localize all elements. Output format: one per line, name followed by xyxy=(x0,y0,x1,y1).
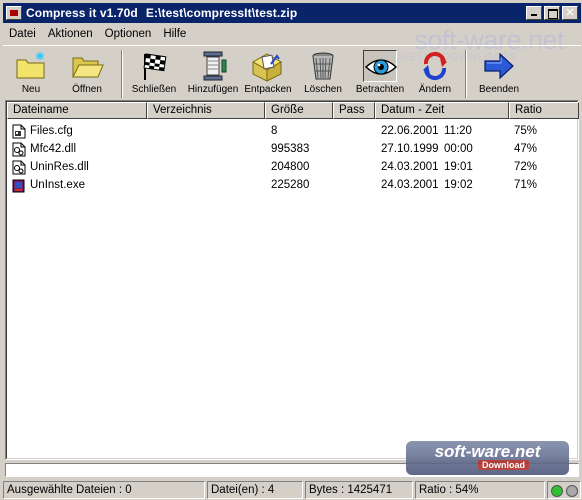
app-icon[interactable] xyxy=(6,6,22,20)
status-selected-files: Ausgewählte Dateien : 0 xyxy=(3,481,205,499)
new-folder-icon xyxy=(14,50,48,82)
toolbar-extract-button[interactable]: Entpacken xyxy=(243,50,293,100)
exe-file-icon xyxy=(12,178,26,193)
open-folder-icon xyxy=(70,50,104,82)
toolbar-exit-button[interactable]: Beenden xyxy=(475,50,523,100)
toolbar-label: Schließen xyxy=(131,84,177,95)
column-header-size[interactable]: Größe xyxy=(265,102,333,119)
menu-optionen[interactable]: Optionen xyxy=(99,28,158,40)
toolbar-add-button[interactable]: Hinzufügen xyxy=(185,50,241,100)
dll-file-icon xyxy=(12,160,26,175)
file-time: 00:00 xyxy=(444,143,473,155)
toolbar-close-archive-button[interactable]: Schließen xyxy=(129,50,179,100)
column-header-pass[interactable]: Pass xyxy=(333,102,375,119)
column-header-directory[interactable]: Verzeichnis xyxy=(147,102,265,119)
file-size: 225280 xyxy=(271,179,310,191)
menu-bar: Datei Aktionen Optionen Hilfe xyxy=(3,24,192,44)
file-name: Files.cfg xyxy=(30,125,73,137)
column-header-date-time[interactable]: Datum - Zeit xyxy=(375,102,509,119)
file-date: 27.10.1999 xyxy=(381,143,439,155)
window-path: E:\test\compressIt\test.zip xyxy=(145,6,298,20)
watermark-badge-sub: Download xyxy=(478,460,529,470)
file-time: 19:02 xyxy=(444,179,473,191)
status-bytes: Bytes : 1425471 xyxy=(305,481,413,499)
column-header-ratio[interactable]: Ratio xyxy=(509,102,579,119)
file-ratio: 47% xyxy=(514,143,538,155)
menu-hilfe[interactable]: Hilfe xyxy=(157,28,192,40)
eye-icon xyxy=(363,50,398,82)
title-bar[interactable]: Compress it v1.70d E:\test\compressIt\te… xyxy=(3,3,581,23)
status-file-count: Datei(en) : 4 xyxy=(207,481,303,499)
toolbar-modify-button[interactable]: Ändern xyxy=(413,50,457,100)
toolbar-view-button[interactable]: Betrachten xyxy=(353,50,407,100)
menu-datei[interactable]: Datei xyxy=(3,28,42,40)
file-list[interactable]: Dateiname Verzeichnis Größe Pass Datum -… xyxy=(5,100,579,460)
watermark-badge: soft-ware.net Download xyxy=(406,441,569,475)
maximize-button[interactable] xyxy=(544,6,560,20)
refresh-icon xyxy=(418,50,452,82)
file-name: UninRes.dll xyxy=(30,161,89,173)
watermark-badge-text: soft-ware.net xyxy=(434,442,541,461)
file-ratio: 72% xyxy=(514,161,538,173)
toolbar: Neu Öffnen Schließen Hinzufügen Entpacke… xyxy=(3,45,581,100)
file-name: UnInst.exe xyxy=(30,179,85,191)
status-led-green-icon xyxy=(551,485,563,497)
unpack-icon xyxy=(251,50,285,82)
window-controls: ✕ xyxy=(524,6,578,20)
status-indicators xyxy=(547,481,581,499)
file-size: 995383 xyxy=(271,143,310,155)
toolbar-label: Ändern xyxy=(418,84,452,95)
table-row[interactable]: UnInst.exe 225280 24.03.2001 19:02 71% xyxy=(7,177,579,195)
toolbar-separator xyxy=(121,50,123,98)
menu-aktionen[interactable]: Aktionen xyxy=(42,28,99,40)
app-window: Compress it v1.70d E:\test\compressIt\te… xyxy=(0,0,582,500)
file-size: 8 xyxy=(271,125,278,137)
file-ratio: 71% xyxy=(514,179,538,191)
toolbar-separator xyxy=(465,50,467,98)
file-ratio: 75% xyxy=(514,125,538,137)
exit-arrow-icon xyxy=(482,50,516,82)
toolbar-label: Entpacken xyxy=(244,84,292,95)
status-led-gray-icon xyxy=(566,485,578,497)
column-header-name[interactable]: Dateiname xyxy=(7,102,147,119)
toolbar-open-button[interactable]: Öffnen xyxy=(65,50,109,100)
table-row[interactable]: Files.cfg 8 22.06.2001 11:20 75% xyxy=(7,123,579,141)
table-row[interactable]: UninRes.dll 204800 24.03.2001 19:01 72% xyxy=(7,159,579,177)
toolbar-label: Betrachten xyxy=(355,84,405,95)
toolbar-delete-button[interactable]: Löschen xyxy=(299,50,347,100)
toolbar-label: Hinzufügen xyxy=(187,84,239,95)
file-date: 24.03.2001 xyxy=(381,179,439,191)
file-date: 24.03.2001 xyxy=(381,161,439,173)
file-time: 11:20 xyxy=(444,125,472,137)
vise-icon xyxy=(196,50,230,82)
minimize-button[interactable] xyxy=(526,6,542,20)
trash-icon xyxy=(306,50,340,82)
toolbar-new-button[interactable]: Neu xyxy=(9,50,53,100)
table-row[interactable]: Mfc42.dll 995383 27.10.1999 00:00 47% xyxy=(7,141,579,159)
dll-file-icon xyxy=(12,142,26,157)
config-file-icon xyxy=(12,124,26,139)
toolbar-label: Öffnen xyxy=(72,84,102,95)
status-bar: Ausgewählte Dateien : 0 Datei(en) : 4 By… xyxy=(3,481,581,499)
toolbar-label: Beenden xyxy=(478,84,520,95)
file-size: 204800 xyxy=(271,161,310,173)
file-time: 19:01 xyxy=(444,161,473,173)
checkered-flag-icon xyxy=(137,50,171,82)
toolbar-label: Neu xyxy=(21,84,41,95)
window-title: Compress it v1.70d xyxy=(26,6,138,20)
file-date: 22.06.2001 xyxy=(381,125,439,137)
close-button[interactable]: ✕ xyxy=(562,6,578,20)
status-ratio: Ratio : 54% xyxy=(415,481,545,499)
toolbar-label: Löschen xyxy=(304,84,342,95)
file-name: Mfc42.dll xyxy=(30,143,77,155)
